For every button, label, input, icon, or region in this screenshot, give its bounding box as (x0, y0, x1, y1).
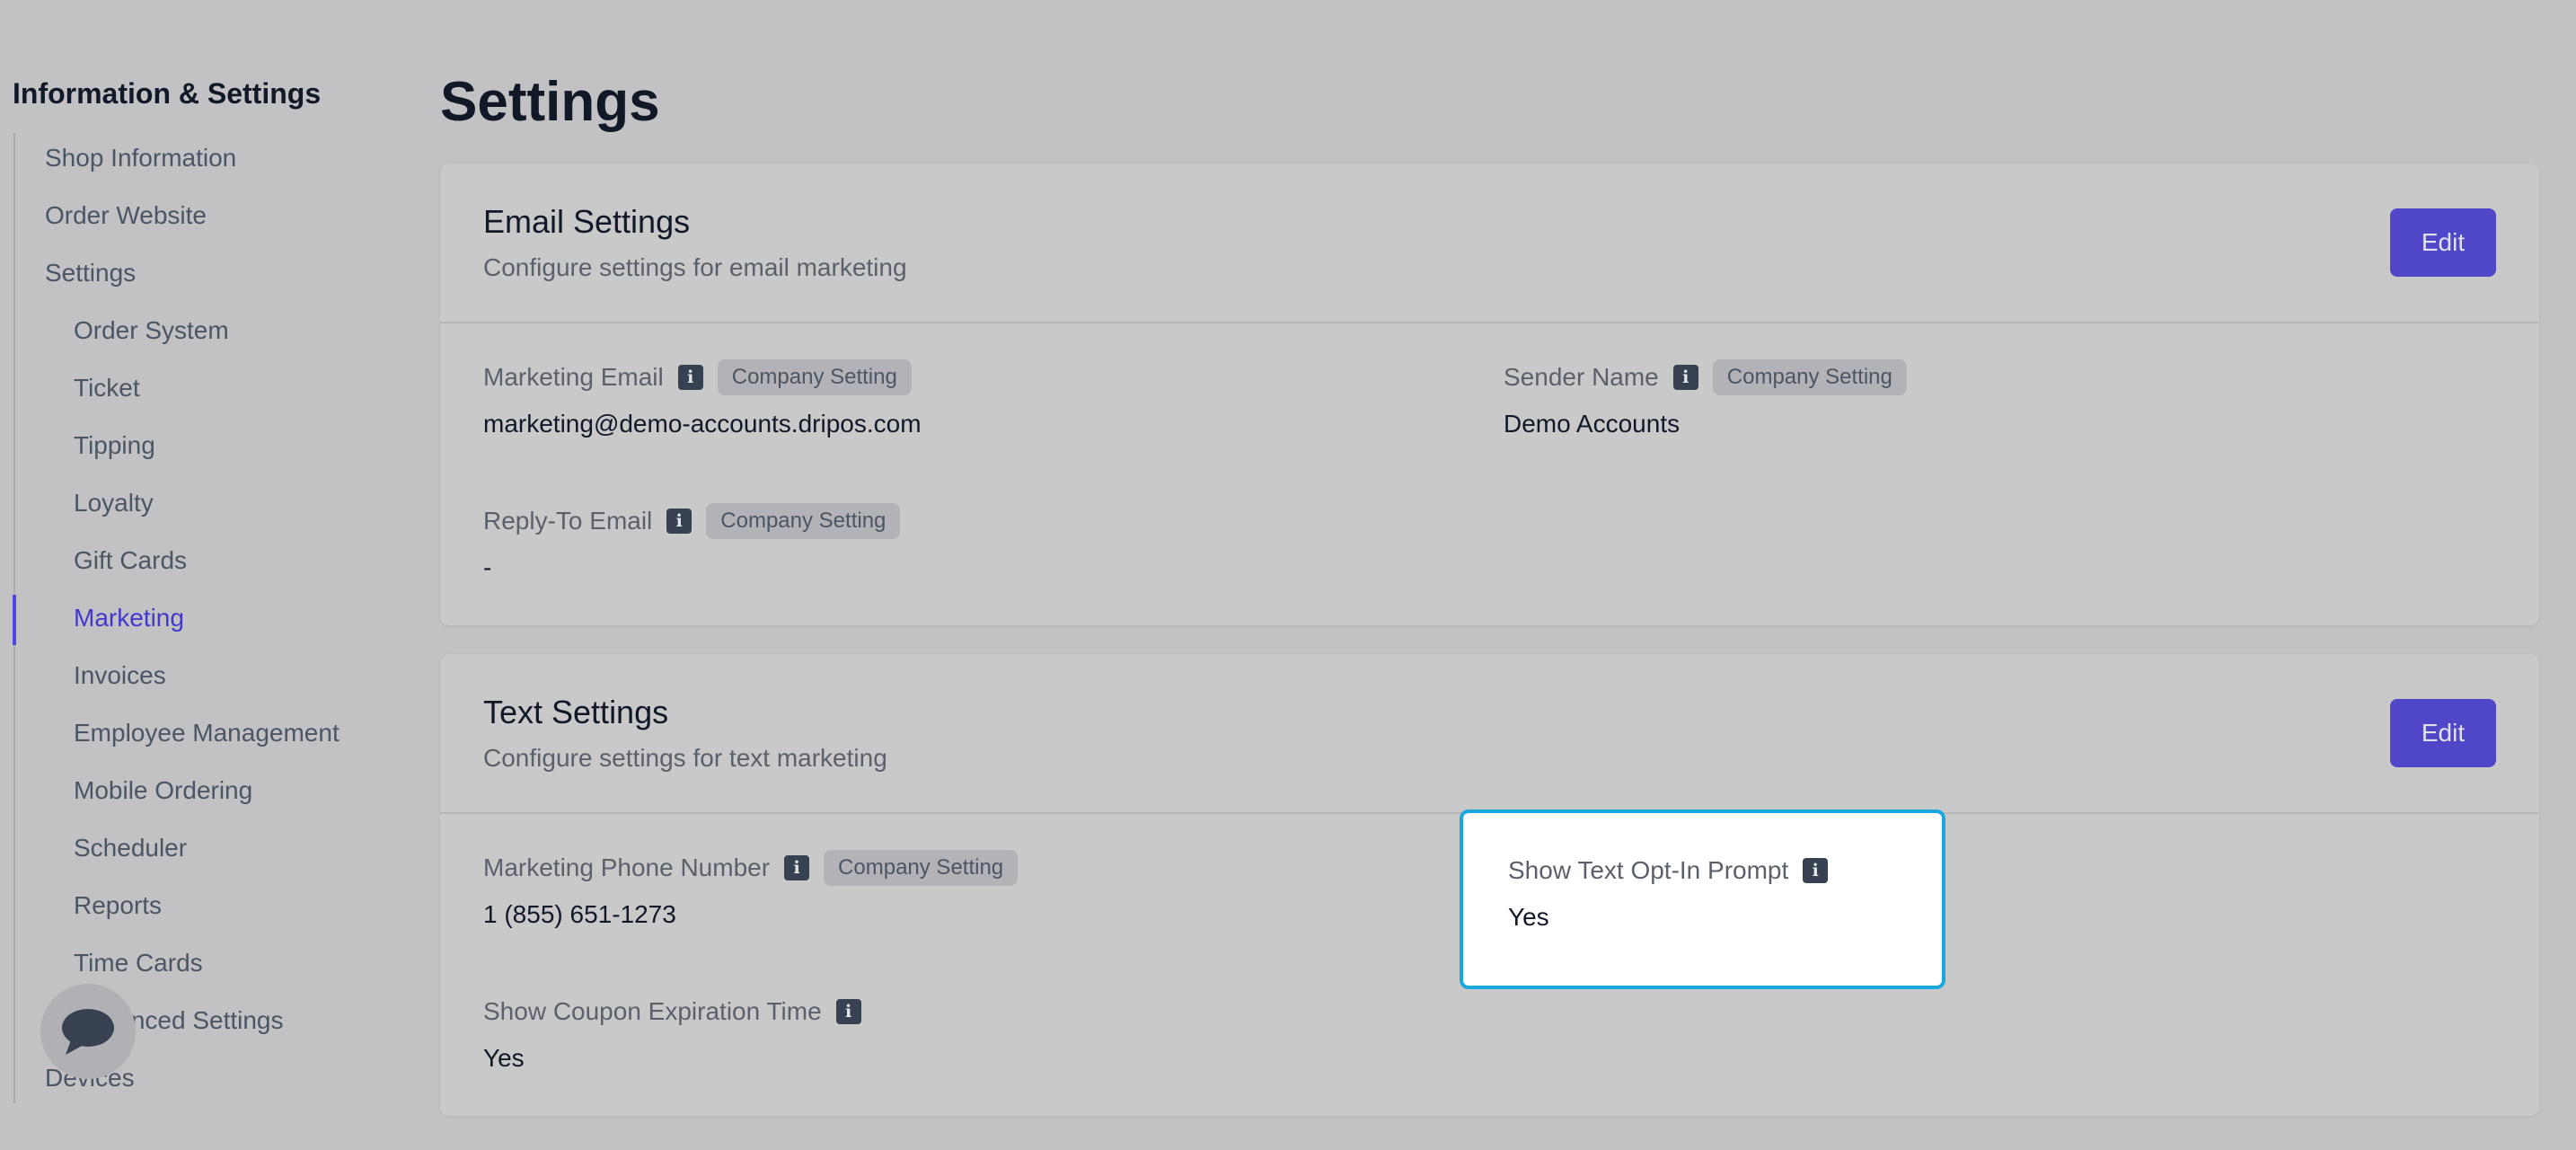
sidebar-item-scheduler[interactable]: Scheduler (74, 834, 187, 862)
opt-in-prompt-value: Yes (1508, 903, 1549, 931)
marketing-phone-label: Marketing Phone Number (483, 854, 771, 881)
reply-to-email-label: Reply-To Email (483, 507, 653, 535)
sender-name-value: Demo Accounts (1504, 410, 1681, 438)
page-title: Settings (440, 71, 660, 133)
email-settings-edit-button[interactable]: Edit (2390, 208, 2496, 277)
sidebar-item-reports[interactable]: Reports (74, 891, 162, 920)
sidebar-item-mobile-ordering[interactable]: Mobile Ordering (74, 776, 252, 805)
opt-in-prompt-label: Show Text Opt-In Prompt (1508, 856, 1789, 884)
sidebar-item-invoices[interactable]: Invoices (74, 661, 166, 690)
opt-in-prompt-field: Show Text Opt-In Prompt i Yes (1508, 851, 1829, 932)
chat-bubble-icon (62, 1009, 114, 1055)
marketing-email-value: marketing@demo-accounts.dripos.com (483, 410, 922, 438)
email-settings-card: Email Settings Configure settings for em… (440, 164, 2539, 625)
info-icon[interactable]: i (666, 509, 693, 534)
company-setting-badge: Company Setting (717, 359, 912, 395)
sender-name-field: Sender Name i Company Setting Demo Accou… (1504, 358, 1907, 438)
marketing-email-field: Marketing Email i Company Setting market… (483, 358, 922, 438)
coupon-expiration-value: Yes (483, 1044, 525, 1072)
sidebar-item-loyalty[interactable]: Loyalty (74, 489, 154, 518)
sidebar-item-marketing[interactable]: Marketing (74, 604, 184, 632)
sidebar-item-ticket[interactable]: Ticket (74, 374, 140, 402)
coupon-expiration-field: Show Coupon Expiration Time i Yes (483, 992, 861, 1073)
marketing-phone-field: Marketing Phone Number i Company Setting… (483, 848, 1019, 929)
info-icon[interactable]: i (1672, 365, 1698, 390)
sidebar-item-gift-cards[interactable]: Gift Cards (74, 546, 187, 575)
company-setting-badge: Company Setting (706, 503, 901, 539)
sidebar-item-settings[interactable]: Settings (45, 259, 136, 288)
info-icon[interactable]: i (835, 999, 861, 1024)
sidebar-item-employee-management[interactable]: Employee Management (74, 719, 340, 748)
email-settings-subtitle: Configure settings for email marketing (483, 253, 907, 281)
sidebar-item-tipping[interactable]: Tipping (74, 431, 155, 460)
info-icon[interactable]: i (1803, 858, 1829, 883)
sidebar-title: Information & Settings (13, 77, 322, 110)
sidebar-active-marker (13, 595, 16, 645)
info-icon[interactable]: i (784, 855, 810, 880)
text-settings-edit-button[interactable]: Edit (2390, 699, 2496, 767)
company-setting-badge: Company Setting (1712, 359, 1907, 395)
email-settings-header: Email Settings Configure settings for em… (440, 164, 2539, 323)
info-icon[interactable]: i (677, 365, 703, 390)
text-settings-title: Text Settings (483, 694, 669, 730)
marketing-email-label: Marketing Email (483, 363, 664, 391)
marketing-phone-value: 1 (855) 651-1273 (483, 900, 676, 928)
sidebar-item-time-cards[interactable]: Time Cards (74, 949, 203, 978)
opt-in-prompt-highlight: Show Text Opt-In Prompt i Yes (1460, 809, 1945, 989)
sidebar-item-shop-information[interactable]: Shop Information (45, 144, 236, 172)
sidebar-item-order-system[interactable]: Order System (74, 316, 229, 345)
sidebar-item-order-website[interactable]: Order Website (45, 201, 207, 230)
chat-widget-button[interactable] (40, 984, 136, 1079)
reply-to-email-field: Reply-To Email i Company Setting - (483, 501, 901, 582)
company-setting-badge: Company Setting (824, 850, 1019, 886)
text-settings-subtitle: Configure settings for text marketing (483, 744, 887, 772)
coupon-expiration-label: Show Coupon Expiration Time (483, 997, 822, 1025)
sidebar: Information & Settings Shop Information … (0, 0, 422, 1150)
text-settings-header: Text Settings Configure settings for tex… (440, 654, 2539, 814)
email-settings-title: Email Settings (483, 203, 691, 240)
sender-name-label: Sender Name (1504, 363, 1659, 391)
reply-to-email-value: - (483, 553, 492, 581)
